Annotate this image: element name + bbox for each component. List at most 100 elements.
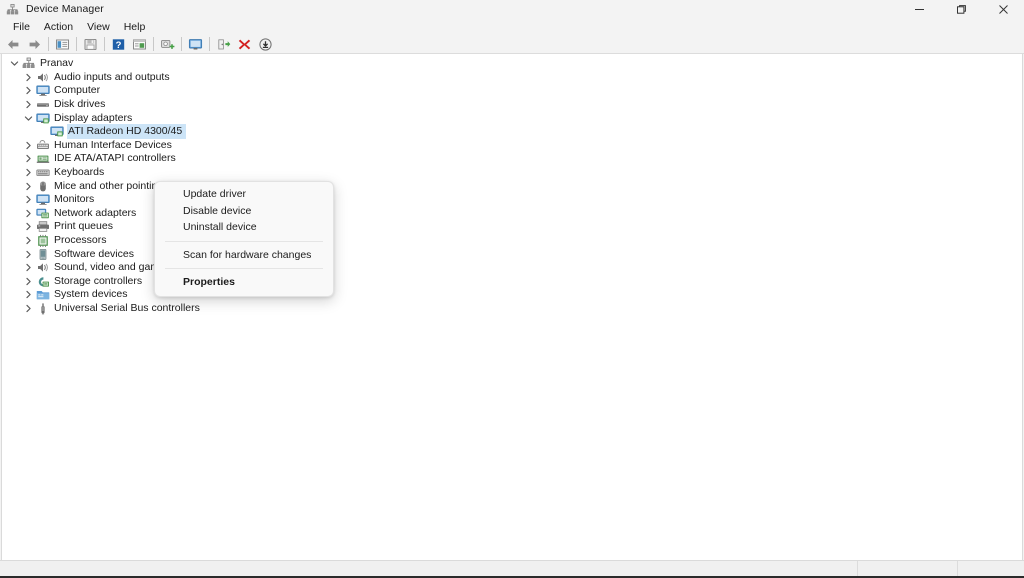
scan-for-hardware-changes-button[interactable] [157,35,178,53]
chevron-down-icon[interactable] [7,57,22,70]
menu-file[interactable]: File [6,19,37,35]
uninstall-device-button[interactable] [234,35,255,53]
chevron-right-icon[interactable] [21,166,36,179]
add-legacy-hardware-button[interactable] [255,35,276,53]
chevron-right-icon[interactable] [21,193,36,206]
chevron-right-icon[interactable] [21,261,36,274]
forward-arrow-icon [29,39,40,49]
usb-icon [36,302,50,315]
menubar: File Action View Help [0,18,1024,35]
chevron-right-icon[interactable] [21,71,36,84]
tree-item-label: Storage controllers [54,274,143,287]
mouse-icon [36,180,50,193]
tree-item-computer[interactable]: Computer [2,84,1022,98]
menu-view[interactable]: View [80,19,117,35]
menu-action[interactable]: Action [37,19,80,35]
toolbar-separator [181,37,182,51]
help-question-icon: ? [112,38,125,51]
context-menu-item-properties[interactable]: Properties [155,274,333,291]
menu-help[interactable]: Help [117,19,153,35]
tree-item-display-adapters[interactable]: Display adapters [2,111,1022,125]
download-circle-icon [259,37,272,51]
save-button[interactable] [80,35,101,53]
chevron-right-icon[interactable] [21,84,36,97]
context-menu-item-update-driver[interactable]: Update driver [155,186,333,203]
monitor-icon [36,84,50,97]
device-tree-panel[interactable]: Pranav Audio inputs and outputs Computer Di… [1,54,1023,560]
disk-drive-icon [36,98,50,111]
tree-item-disk-drives[interactable]: Disk drives [2,98,1022,112]
update-driver-button[interactable] [213,35,234,53]
context-menu-separator [165,268,323,269]
device-manager-window: Device Manager File Action View Help ? P… [0,0,1024,578]
close-button[interactable] [982,0,1024,18]
chevron-right-icon[interactable] [21,207,36,220]
tree-item-label: Human Interface Devices [54,138,172,151]
tree-item-keyboards[interactable]: Keyboards [2,166,1022,180]
chevron-right-icon[interactable] [21,234,36,247]
software-device-icon [36,248,50,261]
chevron-down-icon[interactable] [21,112,36,125]
device-manager-icon [6,3,19,16]
show-hide-console-tree-button[interactable] [52,35,73,53]
tree-item-label: Universal Serial Bus controllers [54,301,200,314]
context-menu-item-scan-for-hardware-changes[interactable]: Scan for hardware changes [155,247,333,264]
network-adapter-icon [36,207,50,220]
chevron-right-icon[interactable] [21,288,36,301]
properties-button[interactable] [129,35,150,53]
update-driver-icon [218,38,231,49]
tree-item-label: Pranav [40,57,74,70]
chevron-right-icon[interactable] [21,302,36,315]
titlebar: Device Manager [0,0,1024,18]
save-disk-icon [84,38,97,50]
tree-item-label: Print queues [54,220,113,233]
tree-item-root[interactable]: Pranav [2,57,1022,71]
keyboard-icon [36,166,50,179]
chevron-right-icon[interactable] [21,248,36,261]
context-menu: Update driver Disable device Uninstall d… [154,181,334,297]
ide-controller-icon [36,152,50,165]
context-menu-item-uninstall-device[interactable]: Uninstall device [155,219,333,236]
help-button[interactable]: ? [108,35,129,53]
tree-item-audio-inputs-and-outputs[interactable]: Audio inputs and outputs [2,71,1022,85]
context-menu-item-disable-device[interactable]: Disable device [155,203,333,220]
tree-item-label: IDE ATA/ATAPI controllers [54,152,176,165]
toolbar-separator [76,37,77,51]
tree-item-human-interface-devices[interactable]: Human Interface Devices [2,139,1022,153]
tree-item-label: System devices [54,288,128,301]
window-title: Device Manager [26,3,104,15]
tree-item-ide-ata-atapi-controllers[interactable]: IDE ATA/ATAPI controllers [2,152,1022,166]
tree-item-label: Keyboards [54,166,105,179]
speaker-icon [36,261,50,274]
chevron-right-icon[interactable] [21,220,36,233]
chevron-right-icon[interactable] [21,180,36,193]
back-arrow-icon [8,39,19,49]
chevron-right-icon[interactable] [21,275,36,288]
back-button[interactable] [3,35,24,53]
maximize-button[interactable] [940,0,982,18]
processor-icon [36,234,50,248]
tree-item-label: ATI Radeon HD 4300/45 [68,125,186,139]
chevron-right-icon[interactable] [21,139,36,152]
tree-item-universal-serial-bus-controllers[interactable]: Universal Serial Bus controllers [2,302,1022,316]
computer-root-icon [22,57,36,70]
monitor-icon [36,193,50,206]
tree-item-label: Disk drives [54,98,106,111]
chevron-right-icon[interactable] [21,152,36,165]
tree-item-label: Network adapters [54,206,137,219]
toolbar: ? [0,35,1024,54]
display-button[interactable] [185,35,206,53]
svg-text:?: ? [116,40,122,51]
forward-button[interactable] [24,35,45,53]
tree-item-label: Processors [54,234,107,247]
minimize-button[interactable] [898,0,940,18]
toolbar-separator [104,37,105,51]
chevron-right-icon[interactable] [21,98,36,111]
tree-item-ati-radeon-hd-4300-45[interactable]: ATI Radeon HD 4300/45 [2,125,1022,139]
storage-controller-icon [36,275,50,288]
monitor-icon [188,38,203,49]
tree-item-label: Computer [54,84,101,97]
console-tree-icon [56,39,69,49]
context-menu-separator [165,240,323,242]
